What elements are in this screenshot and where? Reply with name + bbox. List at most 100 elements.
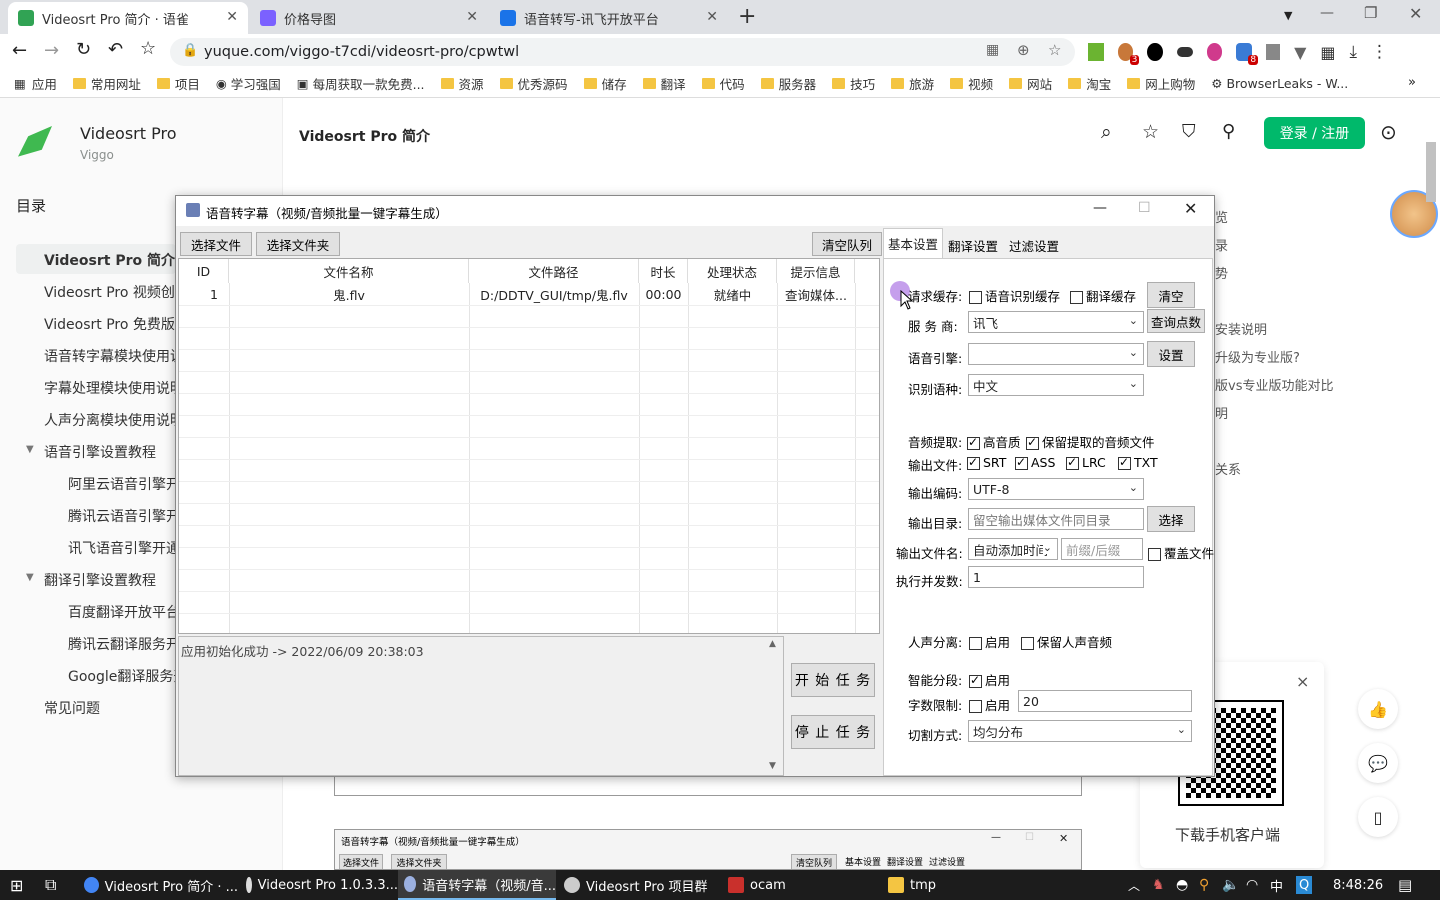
select-file-button[interactable]: 选择文件	[180, 232, 252, 256]
back-icon[interactable]: ←	[12, 40, 27, 61]
overwrite-checkbox[interactable]: 覆盖文件	[1148, 543, 1214, 562]
vocal-enable-checkbox[interactable]: 启用	[969, 632, 1010, 651]
present-icon[interactable]: ⛉	[1182, 121, 1196, 142]
extension-monkey-icon[interactable]: 3	[1117, 43, 1140, 65]
txt-checkbox[interactable]: TXT	[1118, 455, 1158, 470]
star-icon[interactable]: ☆	[1048, 41, 1061, 59]
apps-grid-icon[interactable]: ▦	[14, 76, 26, 91]
tab-yuque[interactable]: Videosrt Pro 简介 · 语雀 ✕	[8, 2, 248, 34]
keep-vocal-checkbox[interactable]: 保留人声音频	[1021, 632, 1112, 651]
windows-start-icon[interactable]: ⊞	[10, 870, 23, 900]
select-folder-button[interactable]: 选择文件夹	[256, 232, 340, 256]
comment-icon[interactable]: 💬	[1358, 743, 1398, 783]
prefix-suffix-input[interactable]: 前缀/后缀	[1061, 538, 1143, 560]
keep-audio-checkbox[interactable]: 保留提取的音频文件	[1026, 432, 1155, 451]
bookmark-folder[interactable]: 网站	[1009, 74, 1052, 93]
ass-checkbox[interactable]: ASS	[1015, 455, 1055, 470]
star-icon[interactable]: ☆	[1142, 121, 1159, 143]
address-bar[interactable]: 🔒 yuque.com/viggo-t7cdi/videosrt-pro/cpw…	[170, 38, 1075, 66]
bookmark-folder[interactable]: 优秀源码	[499, 74, 568, 93]
taskbar-item-project-group[interactable]: Videosrt Pro 项目群	[558, 870, 718, 900]
share-icon[interactable]: ⚲	[1222, 121, 1235, 142]
bookmark-item[interactable]: ▣ 每周获取一款免费...	[297, 74, 425, 93]
smart-segment-checkbox[interactable]: 启用	[969, 670, 1010, 689]
download-icon[interactable]: ⤓	[1350, 42, 1358, 62]
like-icon[interactable]: 👍	[1358, 689, 1398, 729]
outline-link[interactable]: 安装说明	[1215, 319, 1267, 338]
bookmark-folder[interactable]: 资源	[440, 74, 484, 93]
taskbar-item-tmp[interactable]: tmp	[882, 870, 1038, 900]
log-textarea[interactable]: 应用初始化成功 -> 2022/06/09 20:38:03 ▲ ▼	[178, 636, 784, 776]
toc-item[interactable]: 讯飞语音引擎开通	[68, 538, 180, 558]
output-dir-input[interactable]: 留空输出媒体文件同目录	[968, 508, 1144, 530]
mobile-icon[interactable]: ▯	[1358, 797, 1398, 837]
clear-cache-button[interactable]: 清空	[1147, 282, 1195, 308]
column-header[interactable]: 处理状态	[688, 259, 777, 283]
close-tab-icon[interactable]: ✕	[226, 9, 238, 25]
cache-translate-checkbox[interactable]: 翻译缓存	[1070, 286, 1136, 305]
more-icon[interactable]: ⊙	[1380, 120, 1397, 144]
close-icon[interactable]: ×	[1296, 672, 1309, 691]
bookmark-star-icon[interactable]: ☆	[140, 38, 156, 59]
reload-icon[interactable]: ↻	[76, 39, 91, 60]
minimize-window-icon[interactable]: —	[1320, 5, 1334, 21]
undo-icon[interactable]: ↶	[108, 39, 123, 60]
clock[interactable]: 8:48:26	[1333, 870, 1383, 900]
more-bookmarks-icon[interactable]: »	[1408, 75, 1416, 90]
start-task-button[interactable]: 开 始 任 务	[791, 663, 875, 697]
bookmark-item[interactable]: 应用	[32, 74, 57, 93]
install-icon[interactable]: ⊕	[1017, 41, 1030, 59]
concurrency-input[interactable]: 1	[968, 566, 1144, 588]
toc-item[interactable]: Videosrt Pro 视频创意	[44, 282, 189, 302]
extensions-puzzle-icon[interactable]: ▦	[1320, 43, 1335, 62]
word-limit-input[interactable]: 20	[1018, 690, 1192, 712]
outline-link[interactable]: 升级为专业版?	[1215, 347, 1300, 366]
cell-status[interactable]: 就绪中	[688, 283, 777, 305]
bookmark-folder[interactable]: 淘宝	[1068, 74, 1111, 93]
tab-price-map[interactable]: 价格导图 ✕	[250, 2, 488, 34]
cache-asr-checkbox[interactable]: 语音识别缓存	[969, 286, 1060, 305]
bookmark-folder[interactable]: 翻译	[642, 74, 686, 93]
toc-item[interactable]: 腾讯云语音引擎开	[68, 506, 180, 526]
outline-link[interactable]: 势	[1215, 263, 1228, 282]
book-title[interactable]: Videosrt Pro	[80, 124, 176, 143]
page-scrollbar-thumb[interactable]	[1426, 142, 1436, 202]
encoding-select[interactable]: UTF-8 ⌄	[968, 478, 1144, 500]
ime-indicator[interactable]: 中	[1270, 870, 1283, 900]
bookmark-folder[interactable]: 常用网址	[72, 74, 141, 93]
tray-search-icon[interactable]: ⚲	[1199, 870, 1209, 900]
outline-link[interactable]: 览	[1215, 207, 1228, 226]
restore-window-icon[interactable]: ❐	[1364, 4, 1377, 22]
bookmark-folder[interactable]: 储存	[583, 74, 627, 93]
tray-app-icon[interactable]: ♞	[1152, 870, 1165, 900]
extension-color-icon[interactable]	[1206, 43, 1223, 61]
cell-duration[interactable]: 00:00	[639, 283, 688, 305]
bookmark-folder[interactable]: 技巧	[832, 74, 875, 93]
close-window-icon[interactable]: ✕	[1409, 4, 1422, 23]
search-icon[interactable]: ⌕	[1101, 121, 1112, 143]
tab-basic-settings[interactable]: 基本设置	[883, 228, 943, 258]
bookmark-folder[interactable]: 项目	[156, 74, 200, 93]
close-tab-icon[interactable]: ✕	[706, 9, 718, 25]
tab-xfyun[interactable]: 语音转写-讯飞开放平台 ✕	[490, 2, 728, 34]
forward-icon[interactable]: →	[44, 40, 59, 61]
split-mode-select[interactable]: 均匀分布 ⌄	[968, 720, 1192, 742]
bookmark-folder[interactable]: 旅游	[891, 74, 934, 93]
taskbar-item-videosrt[interactable]: Videosrt Pro 1.0.3.3...	[240, 870, 398, 900]
task-view-icon[interactable]: ⧉	[45, 870, 56, 900]
outline-link[interactable]: 明	[1215, 403, 1228, 422]
minimize-icon[interactable]: —	[1093, 200, 1107, 216]
volume-icon[interactable]: 🔈	[1222, 870, 1239, 900]
tab-translate-settings[interactable]: 翻译设置	[948, 236, 998, 255]
toc-item[interactable]: 字幕处理模块使用说明	[44, 378, 184, 398]
bookmark-item[interactable]: ⚙ BrowserLeaks - W...	[1211, 76, 1348, 91]
extension-shield-icon[interactable]: 8	[1236, 43, 1259, 65]
taskbar-item-ocam[interactable]: ocam	[722, 870, 878, 900]
extension-circle-icon[interactable]	[1147, 43, 1164, 61]
cell-info[interactable]: 查询媒体...	[777, 283, 855, 305]
word-limit-checkbox[interactable]: 启用	[969, 695, 1010, 714]
tray-discord-icon[interactable]: ◓	[1176, 870, 1188, 900]
toc-item[interactable]: 翻译引擎设置教程	[44, 570, 156, 590]
toc-item[interactable]: Videosrt Pro 简介	[44, 250, 175, 270]
engine-settings-button[interactable]: 设置	[1147, 341, 1195, 367]
